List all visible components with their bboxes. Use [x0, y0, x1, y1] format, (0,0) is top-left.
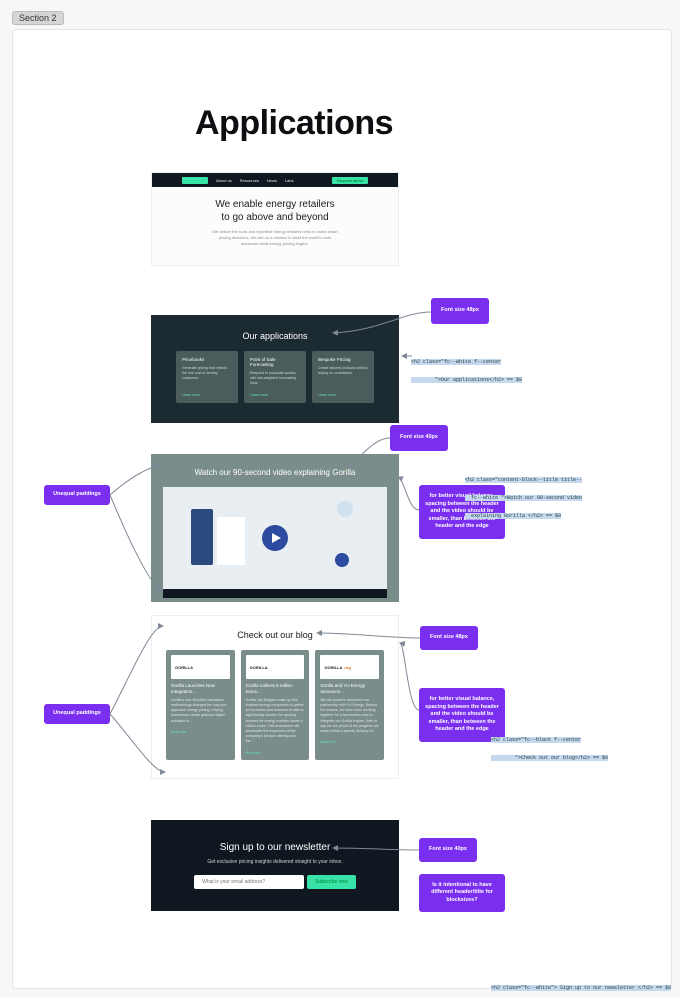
- hero-nav: About us Resources News Labs Request dem…: [152, 173, 398, 187]
- blog-card[interactable]: GORILLAnrg Gorilla and YU Energy announc…: [315, 650, 384, 760]
- nav-item[interactable]: News: [267, 178, 277, 183]
- newsletter-block: Sign up to our newsletter Get exclusive …: [151, 820, 399, 911]
- app-title: Bespoke Pricing: [318, 357, 368, 362]
- email-input[interactable]: [194, 875, 304, 889]
- brand-logo: [182, 177, 208, 184]
- note-font-size[interactable]: Font size 40px: [419, 838, 477, 862]
- note-question[interactable]: Is it intentional to have different head…: [419, 874, 505, 912]
- app-card[interactable]: Bespoke Pricing Create tailored products…: [312, 351, 374, 403]
- partner-logo: GORILLA: [250, 665, 268, 670]
- app-title: Pricebooks: [182, 357, 232, 362]
- app-card[interactable]: Pricebooks Generate pricing that reflect…: [176, 351, 238, 403]
- play-icon[interactable]: [262, 525, 288, 551]
- code-snippet: <h2 class="fc--white f--center ">Our app…: [411, 350, 680, 386]
- blog-thumb: GORILLAnrg: [320, 655, 379, 679]
- nav-item[interactable]: Resources: [240, 178, 259, 183]
- blog-link[interactable]: Read this: [320, 740, 379, 744]
- nav-item[interactable]: About us: [216, 178, 232, 183]
- note-font-size[interactable]: Font size 48px: [420, 626, 478, 650]
- video-block: Watch our 90-second video explaining Gor…: [151, 454, 399, 602]
- applications-heading: Our applications: [171, 331, 379, 341]
- subscribe-button[interactable]: Subscribe now: [307, 875, 356, 889]
- note-font-size[interactable]: Font size 40px: [390, 425, 448, 451]
- blog-desc: Gorilla, the Belgian scale-up that enabl…: [246, 698, 305, 745]
- video-controls[interactable]: [163, 589, 387, 598]
- video-player[interactable]: [163, 487, 387, 589]
- partner-logo: nrg: [344, 665, 350, 670]
- blog-desc: Gorilla's new Bluefield calculation meth…: [171, 698, 230, 724]
- code-snippet: <h2 class="content-block--title title-- …: [465, 468, 680, 522]
- hero-heading: We enable energy retailers to go above a…: [212, 199, 338, 224]
- applications-block: Our applications Pricebooks Generate pri…: [151, 315, 399, 423]
- note-unequal-paddings[interactable]: Unequal paddings: [44, 485, 110, 505]
- design-review-canvas: Applications About us Resources News Lab…: [12, 29, 672, 989]
- blog-link[interactable]: Read this: [246, 751, 305, 755]
- video-heading: Watch our 90-second video explaining Gor…: [163, 468, 387, 477]
- newsletter-heading: Sign up to our newsletter: [181, 842, 369, 853]
- blog-card[interactable]: GORILLA Gorilla collects 6 million euros…: [241, 650, 310, 760]
- page-title: Applications: [195, 104, 393, 143]
- blog-title: Gorilla and YU Energy announce...: [320, 683, 379, 695]
- newsletter-sub: Get exclusive pricing insights delivered…: [181, 859, 369, 865]
- app-card[interactable]: Point of Sale Forecasting Respond to pro…: [244, 351, 306, 403]
- app-desc: Create tailored products without relying…: [318, 366, 368, 376]
- code-snippet: <h2 class="fc--white"> Sign up to our ne…: [491, 976, 680, 994]
- app-desc: Respond to proposals quickly with risk-w…: [250, 371, 300, 386]
- code-snippet: <h2 class="fc--black f--center ">Check o…: [491, 728, 680, 764]
- app-link[interactable]: Learn more: [182, 393, 232, 397]
- request-demo-button[interactable]: Request demo: [332, 177, 368, 184]
- partner-logo: GORILLA: [324, 665, 342, 670]
- app-title: Point of Sale Forecasting: [250, 357, 300, 367]
- nav-item[interactable]: Labs: [285, 178, 294, 183]
- app-link[interactable]: Learn more: [318, 393, 368, 397]
- hero-block: About us Resources News Labs Request dem…: [151, 172, 399, 266]
- blog-title: Gorilla collects 6 million euros...: [246, 683, 305, 695]
- blog-thumb: GORILLA: [246, 655, 305, 679]
- app-desc: Generate pricing that reflects the true …: [182, 366, 232, 381]
- section-tag: Section 2: [12, 11, 64, 25]
- note-unequal-paddings[interactable]: Unequal paddings: [44, 704, 110, 724]
- partner-logo: GORILLA: [175, 665, 193, 670]
- blog-link[interactable]: Read this: [171, 730, 230, 734]
- app-link[interactable]: Learn more: [250, 393, 300, 397]
- hero-sub: We deliver the tools and expertise energ…: [212, 229, 338, 247]
- blog-card[interactable]: GORILLA Gorilla Launches New Integration…: [166, 650, 235, 760]
- blog-desc: We are proud to announce our partnership…: [320, 698, 379, 734]
- note-font-size[interactable]: Font size 48px: [431, 298, 489, 324]
- blog-thumb: GORILLA: [171, 655, 230, 679]
- blog-heading: Check out our blog: [166, 630, 384, 640]
- blog-title: Gorilla Launches New Integration...: [171, 683, 230, 695]
- blog-block: Check out our blog GORILLA Gorilla Launc…: [151, 615, 399, 779]
